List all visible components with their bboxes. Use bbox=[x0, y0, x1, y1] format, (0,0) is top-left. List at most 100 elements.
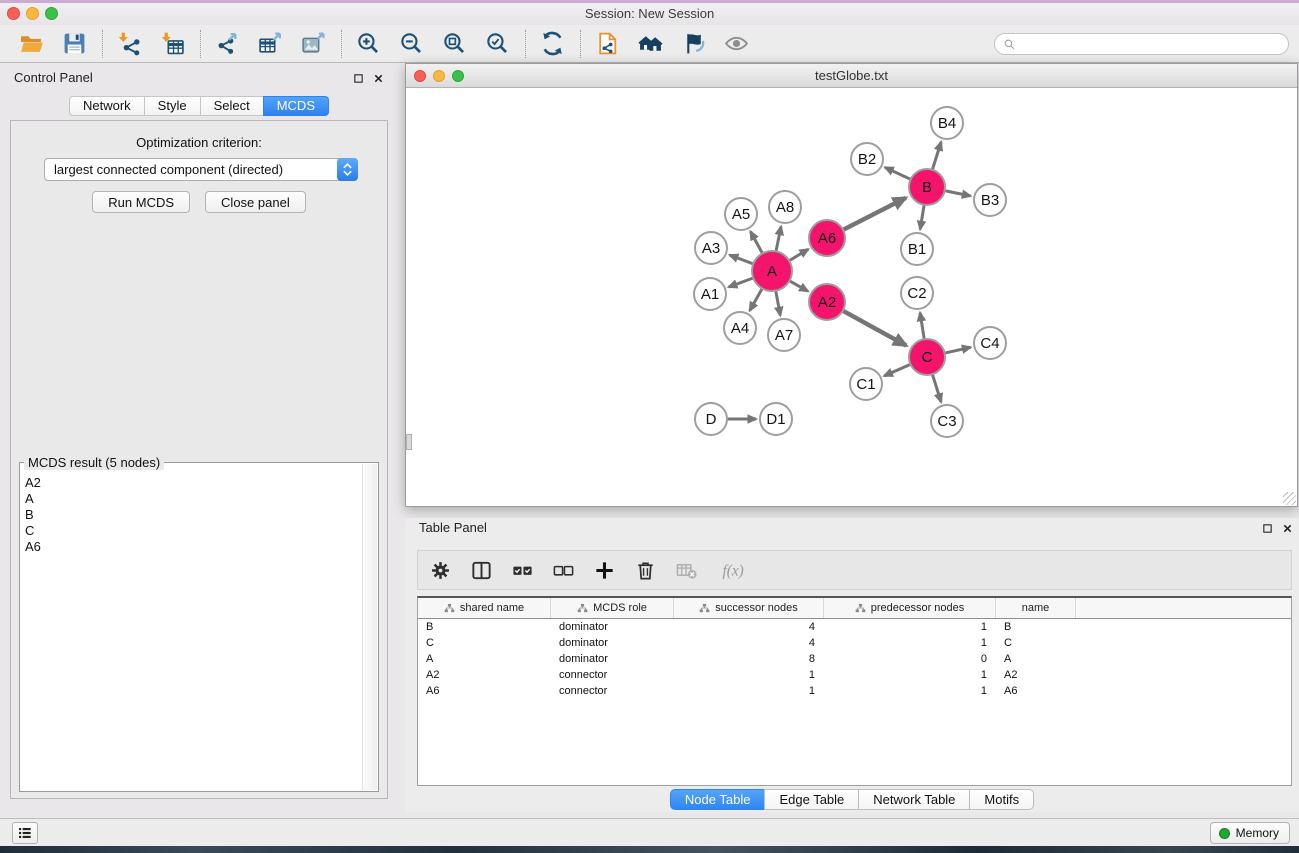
network-maximize-button[interactable] bbox=[452, 70, 464, 82]
graph-node-C1[interactable]: C1 bbox=[850, 368, 882, 400]
cell-predecessor-nodes[interactable]: 1 bbox=[824, 685, 996, 697]
graph-edge-A-A4[interactable] bbox=[750, 287, 763, 311]
graph-edge-A-A3[interactable] bbox=[730, 255, 756, 265]
function-button[interactable]: f(x) bbox=[715, 557, 751, 583]
column-header-mcds-role[interactable]: MCDS role bbox=[551, 598, 674, 618]
graph-node-C3[interactable]: C3 bbox=[931, 405, 963, 437]
graph-edge-A-A6[interactable] bbox=[787, 249, 808, 261]
deselect-all-button[interactable] bbox=[551, 557, 577, 583]
home-button[interactable] bbox=[636, 29, 666, 59]
table-close-button[interactable] bbox=[1282, 523, 1293, 534]
graph-node-B1[interactable]: B1 bbox=[901, 233, 933, 265]
graph-edge-A-A8[interactable] bbox=[776, 227, 781, 254]
mcds-result-item[interactable]: A6 bbox=[25, 539, 361, 555]
network-canvas[interactable]: B4B2BB3A5A8A6A3B1AA1C2A2A4A7C4CC1C3DD1 bbox=[406, 89, 1297, 506]
zoom-selected-button[interactable] bbox=[483, 29, 513, 59]
tab-style[interactable]: Style bbox=[144, 96, 200, 116]
cell-name[interactable]: A bbox=[996, 653, 1076, 665]
search-input[interactable] bbox=[1020, 37, 1280, 51]
cell-shared-name[interactable]: C bbox=[418, 637, 551, 649]
cell-mcds-role[interactable]: dominator bbox=[551, 653, 674, 665]
graph-node-D1[interactable]: D1 bbox=[760, 403, 792, 435]
open-session-button[interactable] bbox=[593, 29, 623, 59]
graph-edge-C-C4[interactable] bbox=[943, 347, 971, 353]
graph-edge-B-B2[interactable] bbox=[885, 167, 912, 180]
table-row[interactable]: A6connector11A6 bbox=[418, 683, 1291, 699]
memory-button[interactable]: Memory bbox=[1210, 822, 1290, 844]
close-panel-button[interactable] bbox=[373, 73, 384, 84]
select-all-button[interactable] bbox=[510, 557, 536, 583]
graph-node-B[interactable]: B bbox=[909, 169, 945, 205]
cell-predecessor-nodes[interactable]: 1 bbox=[824, 669, 996, 681]
cell-successor-nodes[interactable]: 4 bbox=[674, 637, 824, 649]
delete-table-button[interactable] bbox=[674, 557, 700, 583]
table-row[interactable]: Adominator80A bbox=[418, 651, 1291, 667]
graph-node-A8[interactable]: A8 bbox=[769, 191, 801, 223]
graph-node-A[interactable]: A bbox=[752, 251, 792, 291]
graph-node-A1[interactable]: A1 bbox=[694, 278, 726, 310]
export-image-button[interactable] bbox=[299, 29, 329, 59]
table-row[interactable]: A2connector11A2 bbox=[418, 667, 1291, 683]
hide-graphics-details-button[interactable] bbox=[679, 29, 709, 59]
tab-edge-table[interactable]: Edge Table bbox=[764, 789, 858, 810]
trash-button[interactable] bbox=[633, 557, 659, 583]
tab-mcds[interactable]: MCDS bbox=[263, 96, 329, 116]
cell-mcds-role[interactable]: dominator bbox=[551, 637, 674, 649]
mcds-result-item[interactable]: C bbox=[25, 523, 361, 539]
cell-successor-nodes[interactable]: 1 bbox=[674, 669, 824, 681]
table-float-button[interactable] bbox=[1262, 523, 1273, 534]
cell-predecessor-nodes[interactable]: 1 bbox=[824, 637, 996, 649]
graph-edge-B-B3[interactable] bbox=[943, 190, 971, 196]
gear-button[interactable] bbox=[428, 557, 454, 583]
graph-node-A2[interactable]: A2 bbox=[809, 284, 845, 320]
import-table-button[interactable] bbox=[158, 29, 188, 59]
graph-edge-A-A1[interactable] bbox=[729, 277, 755, 287]
graph-edge-C-C1[interactable] bbox=[884, 363, 912, 375]
cell-mcds-role[interactable]: connector bbox=[551, 685, 674, 697]
eye-button[interactable] bbox=[722, 29, 752, 59]
graph-edge-B-B4[interactable] bbox=[932, 142, 941, 172]
graph-node-B2[interactable]: B2 bbox=[851, 143, 883, 175]
tab-network-table[interactable]: Network Table bbox=[858, 789, 969, 810]
graph-node-A5[interactable]: A5 bbox=[725, 198, 757, 230]
node-table[interactable]: shared nameMCDS rolesuccessor nodesprede… bbox=[417, 596, 1292, 786]
graph-node-B4[interactable]: B4 bbox=[931, 107, 963, 139]
graph-edge-A2-C[interactable] bbox=[841, 310, 906, 346]
mcds-result-item[interactable]: A2 bbox=[25, 475, 361, 491]
cell-name[interactable]: B bbox=[996, 621, 1076, 633]
criterion-dropdown[interactable]: largest connected component (directed) bbox=[44, 158, 358, 181]
save-button[interactable] bbox=[60, 29, 90, 59]
table-row[interactable]: Cdominator41C bbox=[418, 635, 1291, 651]
close-window-button[interactable] bbox=[7, 7, 20, 20]
graph-node-A3[interactable]: A3 bbox=[695, 232, 727, 264]
cell-shared-name[interactable]: A6 bbox=[418, 685, 551, 697]
float-panel-button[interactable] bbox=[353, 73, 364, 84]
mcds-result-list[interactable]: A2ABCA6 bbox=[21, 464, 361, 790]
add-button[interactable] bbox=[592, 557, 618, 583]
zoom-out-button[interactable] bbox=[397, 29, 427, 59]
network-close-button[interactable] bbox=[414, 70, 426, 82]
cell-shared-name[interactable]: A bbox=[418, 653, 551, 665]
open-folder-button[interactable] bbox=[17, 29, 47, 59]
mcds-result-item[interactable]: A bbox=[25, 491, 361, 507]
graph-node-B3[interactable]: B3 bbox=[974, 184, 1006, 216]
graph-node-C[interactable]: C bbox=[909, 339, 945, 375]
graph-node-D[interactable]: D bbox=[695, 403, 727, 435]
mcds-result-scrollbar[interactable] bbox=[362, 464, 377, 790]
export-table-button[interactable] bbox=[256, 29, 286, 59]
cell-predecessor-nodes[interactable]: 1 bbox=[824, 621, 996, 633]
column-header-shared-name[interactable]: shared name bbox=[418, 598, 551, 618]
minimize-window-button[interactable] bbox=[26, 7, 39, 20]
network-minimize-button[interactable] bbox=[433, 70, 445, 82]
graph-node-A6[interactable]: A6 bbox=[809, 220, 845, 256]
window-resize-grip[interactable] bbox=[1283, 492, 1296, 505]
cell-shared-name[interactable]: A2 bbox=[418, 669, 551, 681]
tab-network[interactable]: Network bbox=[69, 96, 144, 116]
refresh-button[interactable] bbox=[538, 29, 568, 59]
graph-node-C2[interactable]: C2 bbox=[901, 277, 933, 309]
cell-mcds-role[interactable]: dominator bbox=[551, 621, 674, 633]
cell-successor-nodes[interactable]: 8 bbox=[674, 653, 824, 665]
cell-predecessor-nodes[interactable]: 0 bbox=[824, 653, 996, 665]
column-header-predecessor-nodes[interactable]: predecessor nodes bbox=[824, 598, 996, 618]
tab-select[interactable]: Select bbox=[200, 96, 263, 116]
